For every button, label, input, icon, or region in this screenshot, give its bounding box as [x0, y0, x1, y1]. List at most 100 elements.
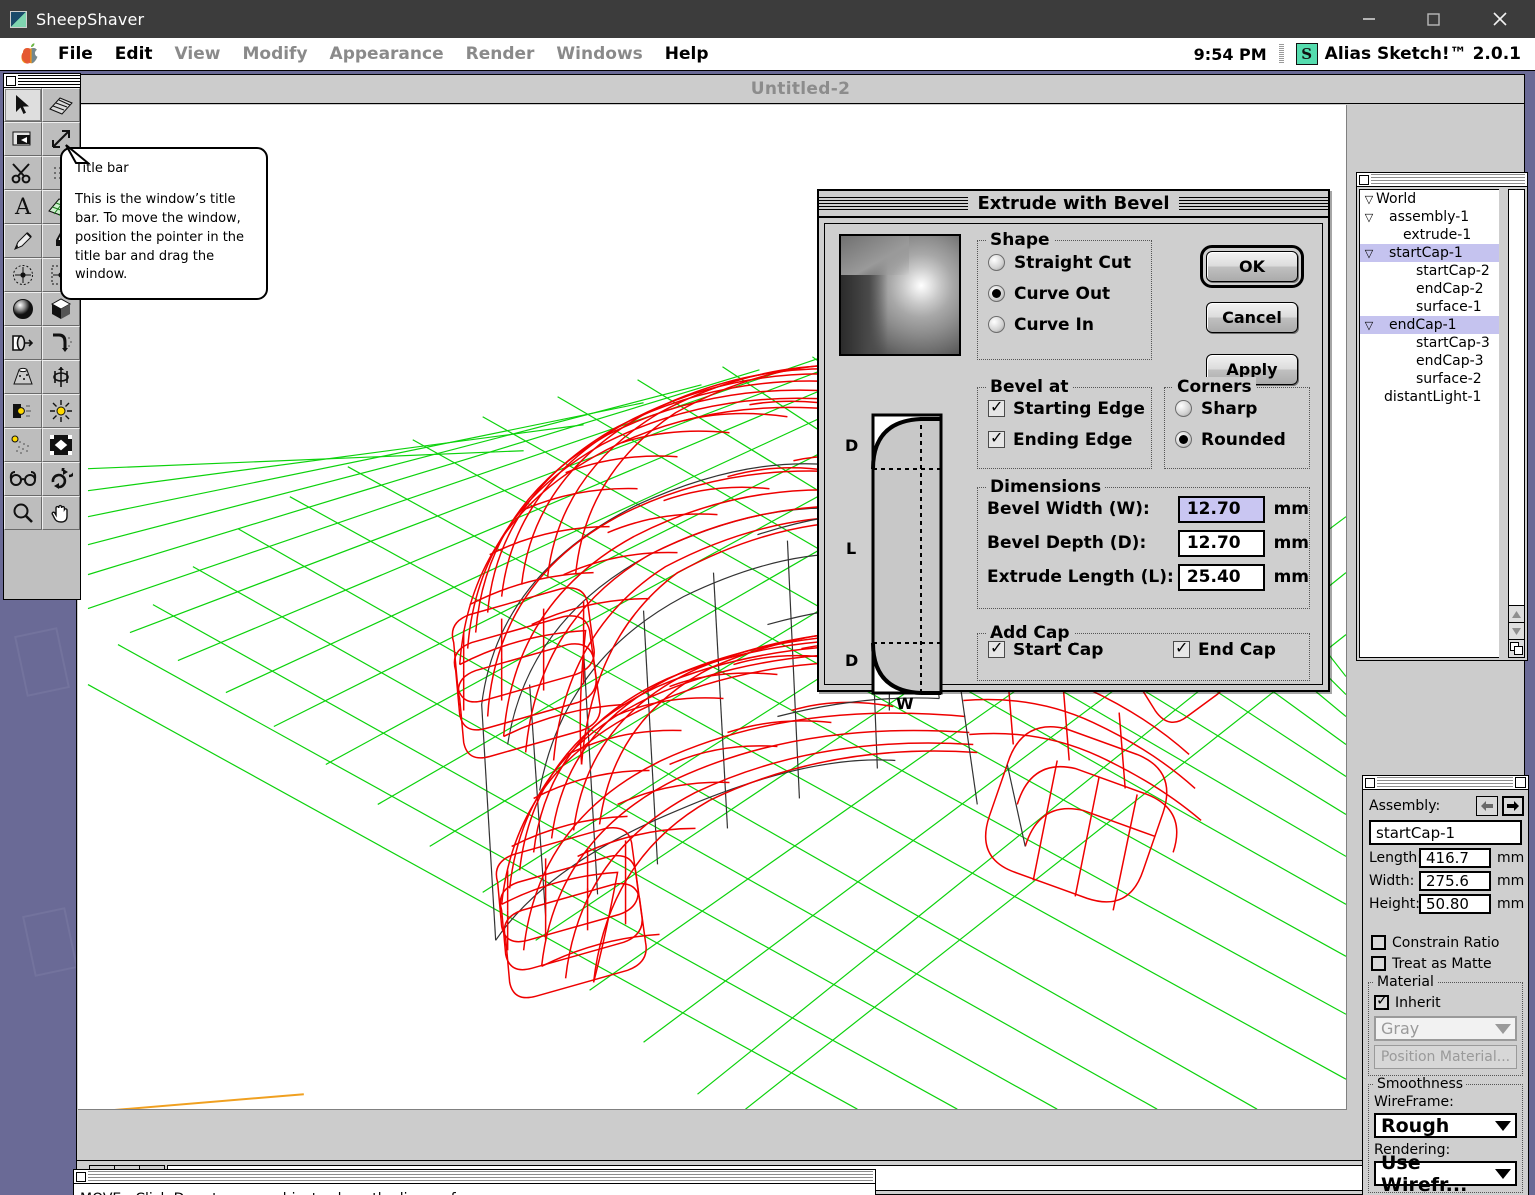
radio-sharp[interactable]	[1175, 400, 1192, 417]
resize-grow-icon[interactable]	[1509, 640, 1524, 657]
dialog-titlebar[interactable]: Extrude with Bevel	[819, 191, 1328, 218]
rendering-select[interactable]: Use Wirefr...	[1374, 1152, 1517, 1195]
checkbox-end-cap[interactable]	[1173, 638, 1190, 658]
bevel-at-starting-edge[interactable]: Starting Edge	[988, 393, 1151, 424]
shape-option-curve-in[interactable]: Curve In	[988, 309, 1151, 340]
tree-item-surface-1[interactable]: surface-1	[1360, 298, 1499, 316]
height-input[interactable]: 50.80	[1419, 893, 1491, 914]
revolve-tool[interactable]	[42, 360, 80, 394]
sweep-tool[interactable]	[42, 326, 80, 360]
twisty-down-icon[interactable]: ▽	[1362, 193, 1376, 206]
zoom-tool[interactable]	[4, 496, 42, 530]
hand-pan-tool[interactable]	[42, 496, 80, 530]
tree-item-startcap-2[interactable]: startCap-2	[1360, 262, 1499, 280]
twisty-down-icon[interactable]: ▽	[1362, 211, 1376, 224]
twisty-down-icon[interactable]: ▽	[1362, 319, 1376, 332]
camera-tool[interactable]	[42, 428, 80, 462]
scroll-up-arrow-icon[interactable]	[1509, 606, 1524, 623]
checkbox-constrain-ratio[interactable]	[1371, 935, 1386, 950]
shape-option-straight-cut[interactable]: Straight Cut	[988, 247, 1151, 278]
radio-straight-cut[interactable]	[988, 254, 1005, 271]
active-app-name[interactable]: Alias Sketch!™ 2.0.1	[1325, 44, 1521, 64]
palette-drag-grip[interactable]	[4, 74, 80, 88]
sphere-tool[interactable]	[4, 292, 42, 326]
inspector-object-name[interactable]: startCap-1	[1369, 820, 1522, 845]
checkbox-inherit[interactable]	[1374, 991, 1389, 1010]
radio-rounded[interactable]	[1175, 431, 1192, 448]
scrollbar-track[interactable]	[1509, 190, 1524, 606]
tree-item-startcap-1[interactable]: ▽ startCap-1	[1360, 244, 1499, 262]
ok-button[interactable]: OK	[1200, 245, 1304, 288]
spotlight-tool[interactable]	[4, 394, 42, 428]
menu-file[interactable]: File	[58, 44, 93, 64]
zoom-box-icon[interactable]	[1515, 777, 1526, 788]
bevel-depth-input[interactable]: 12.70	[1177, 529, 1265, 557]
rotate-tool[interactable]	[42, 462, 80, 496]
circle-tool[interactable]	[4, 258, 42, 292]
checkbox-treat-as-matte[interactable]	[1371, 956, 1386, 971]
tree-vertical-scrollbar[interactable]	[1508, 189, 1525, 658]
message-window-grip[interactable]	[74, 1170, 875, 1184]
layer-tool[interactable]	[4, 122, 42, 156]
menu-edit[interactable]: Edit	[115, 44, 153, 64]
checkbox-starting-edge[interactable]	[988, 397, 1005, 417]
arrow-select-tool[interactable]	[4, 88, 42, 122]
checkbox-start-cap[interactable]	[988, 638, 1005, 658]
minimize-icon[interactable]	[1337, 0, 1401, 38]
arrow-left-icon[interactable]	[1476, 796, 1498, 816]
corners-option-rounded[interactable]: Rounded	[1175, 424, 1309, 455]
shape-option-curve-out[interactable]: Curve Out	[988, 278, 1151, 309]
maximize-icon[interactable]	[1401, 0, 1465, 38]
tree-item-startcap-3[interactable]: startCap-3	[1360, 334, 1499, 352]
tree-item-endcap-3[interactable]: endCap-3	[1360, 352, 1499, 370]
checkbox-ending-edge[interactable]	[988, 428, 1005, 448]
corners-option-sharp[interactable]: Sharp	[1175, 393, 1309, 424]
text-tool[interactable]: A	[4, 190, 42, 224]
scissors-tool[interactable]	[4, 156, 42, 190]
scroll-down-arrow-icon[interactable]	[1509, 623, 1524, 640]
radio-curve-out[interactable]	[988, 285, 1005, 302]
bevel-width-input[interactable]: 12.70	[1177, 495, 1265, 523]
tree-item-distantlight-1[interactable]: distantLight-1	[1360, 388, 1499, 406]
distant-light-tool[interactable]	[4, 428, 42, 462]
pencil-tool[interactable]	[4, 224, 42, 258]
extrude-length-input[interactable]: 25.40	[1177, 563, 1265, 591]
alias-sketch-icon[interactable]: S	[1295, 43, 1318, 65]
tree-item-endcap-1[interactable]: ▽ endCap-1	[1360, 316, 1499, 334]
extrude-tool[interactable]	[4, 326, 42, 360]
arrow-right-icon[interactable]	[1502, 796, 1524, 816]
tree-item-endcap-2[interactable]: endCap-2	[1360, 280, 1499, 298]
treat-as-matte-row[interactable]: Treat as Matte	[1371, 953, 1526, 974]
close-box-icon[interactable]	[1365, 777, 1375, 788]
constrain-ratio-row[interactable]: Constrain Ratio	[1371, 932, 1526, 953]
tree-item-surface-2[interactable]: surface-2	[1360, 370, 1499, 388]
twisty-down-icon[interactable]: ▽	[1362, 247, 1376, 260]
inspector-grip[interactable]	[1363, 776, 1528, 790]
point-light-tool[interactable]	[42, 394, 80, 428]
tree-item-extrude-1[interactable]: extrude-1	[1360, 226, 1499, 244]
tree-panel-grip[interactable]	[1357, 173, 1527, 187]
length-input[interactable]: 416.7	[1419, 847, 1491, 868]
position-material-button[interactable]: Position Material...	[1374, 1045, 1517, 1069]
bevel-at-ending-edge[interactable]: Ending Edge	[988, 424, 1151, 455]
wireframe-select[interactable]: Rough	[1374, 1113, 1517, 1138]
surface-select-tool[interactable]	[42, 88, 80, 122]
tree-item-assembly-1[interactable]: ▽ assembly-1	[1360, 208, 1499, 226]
menu-help[interactable]: Help	[665, 44, 709, 64]
document-titlebar[interactable]: Untitled-2	[77, 75, 1524, 104]
host-window-titlebar[interactable]: SheepShaver	[0, 0, 1535, 38]
object-tree-list[interactable]: ▽ World ▽ assembly-1 extrude-1 ▽ startCa…	[1359, 189, 1499, 658]
close-box-icon[interactable]	[6, 75, 16, 86]
close-box-icon[interactable]	[1359, 174, 1369, 185]
radio-curve-in[interactable]	[988, 316, 1005, 333]
material-inherit-row[interactable]: Inherit	[1374, 991, 1517, 1013]
glasses-view-tool[interactable]	[4, 462, 42, 496]
tree-item-world[interactable]: ▽ World	[1360, 190, 1499, 208]
close-box-icon[interactable]	[76, 1171, 86, 1182]
close-icon[interactable]	[1465, 0, 1535, 38]
add-cap-end-cap[interactable]: End Cap	[1173, 634, 1276, 665]
cancel-button[interactable]: Cancel	[1206, 302, 1298, 333]
width-input[interactable]: 275.6	[1419, 870, 1491, 891]
apple-logo-icon[interactable]	[20, 42, 42, 66]
material-select[interactable]: Gray	[1374, 1016, 1517, 1041]
